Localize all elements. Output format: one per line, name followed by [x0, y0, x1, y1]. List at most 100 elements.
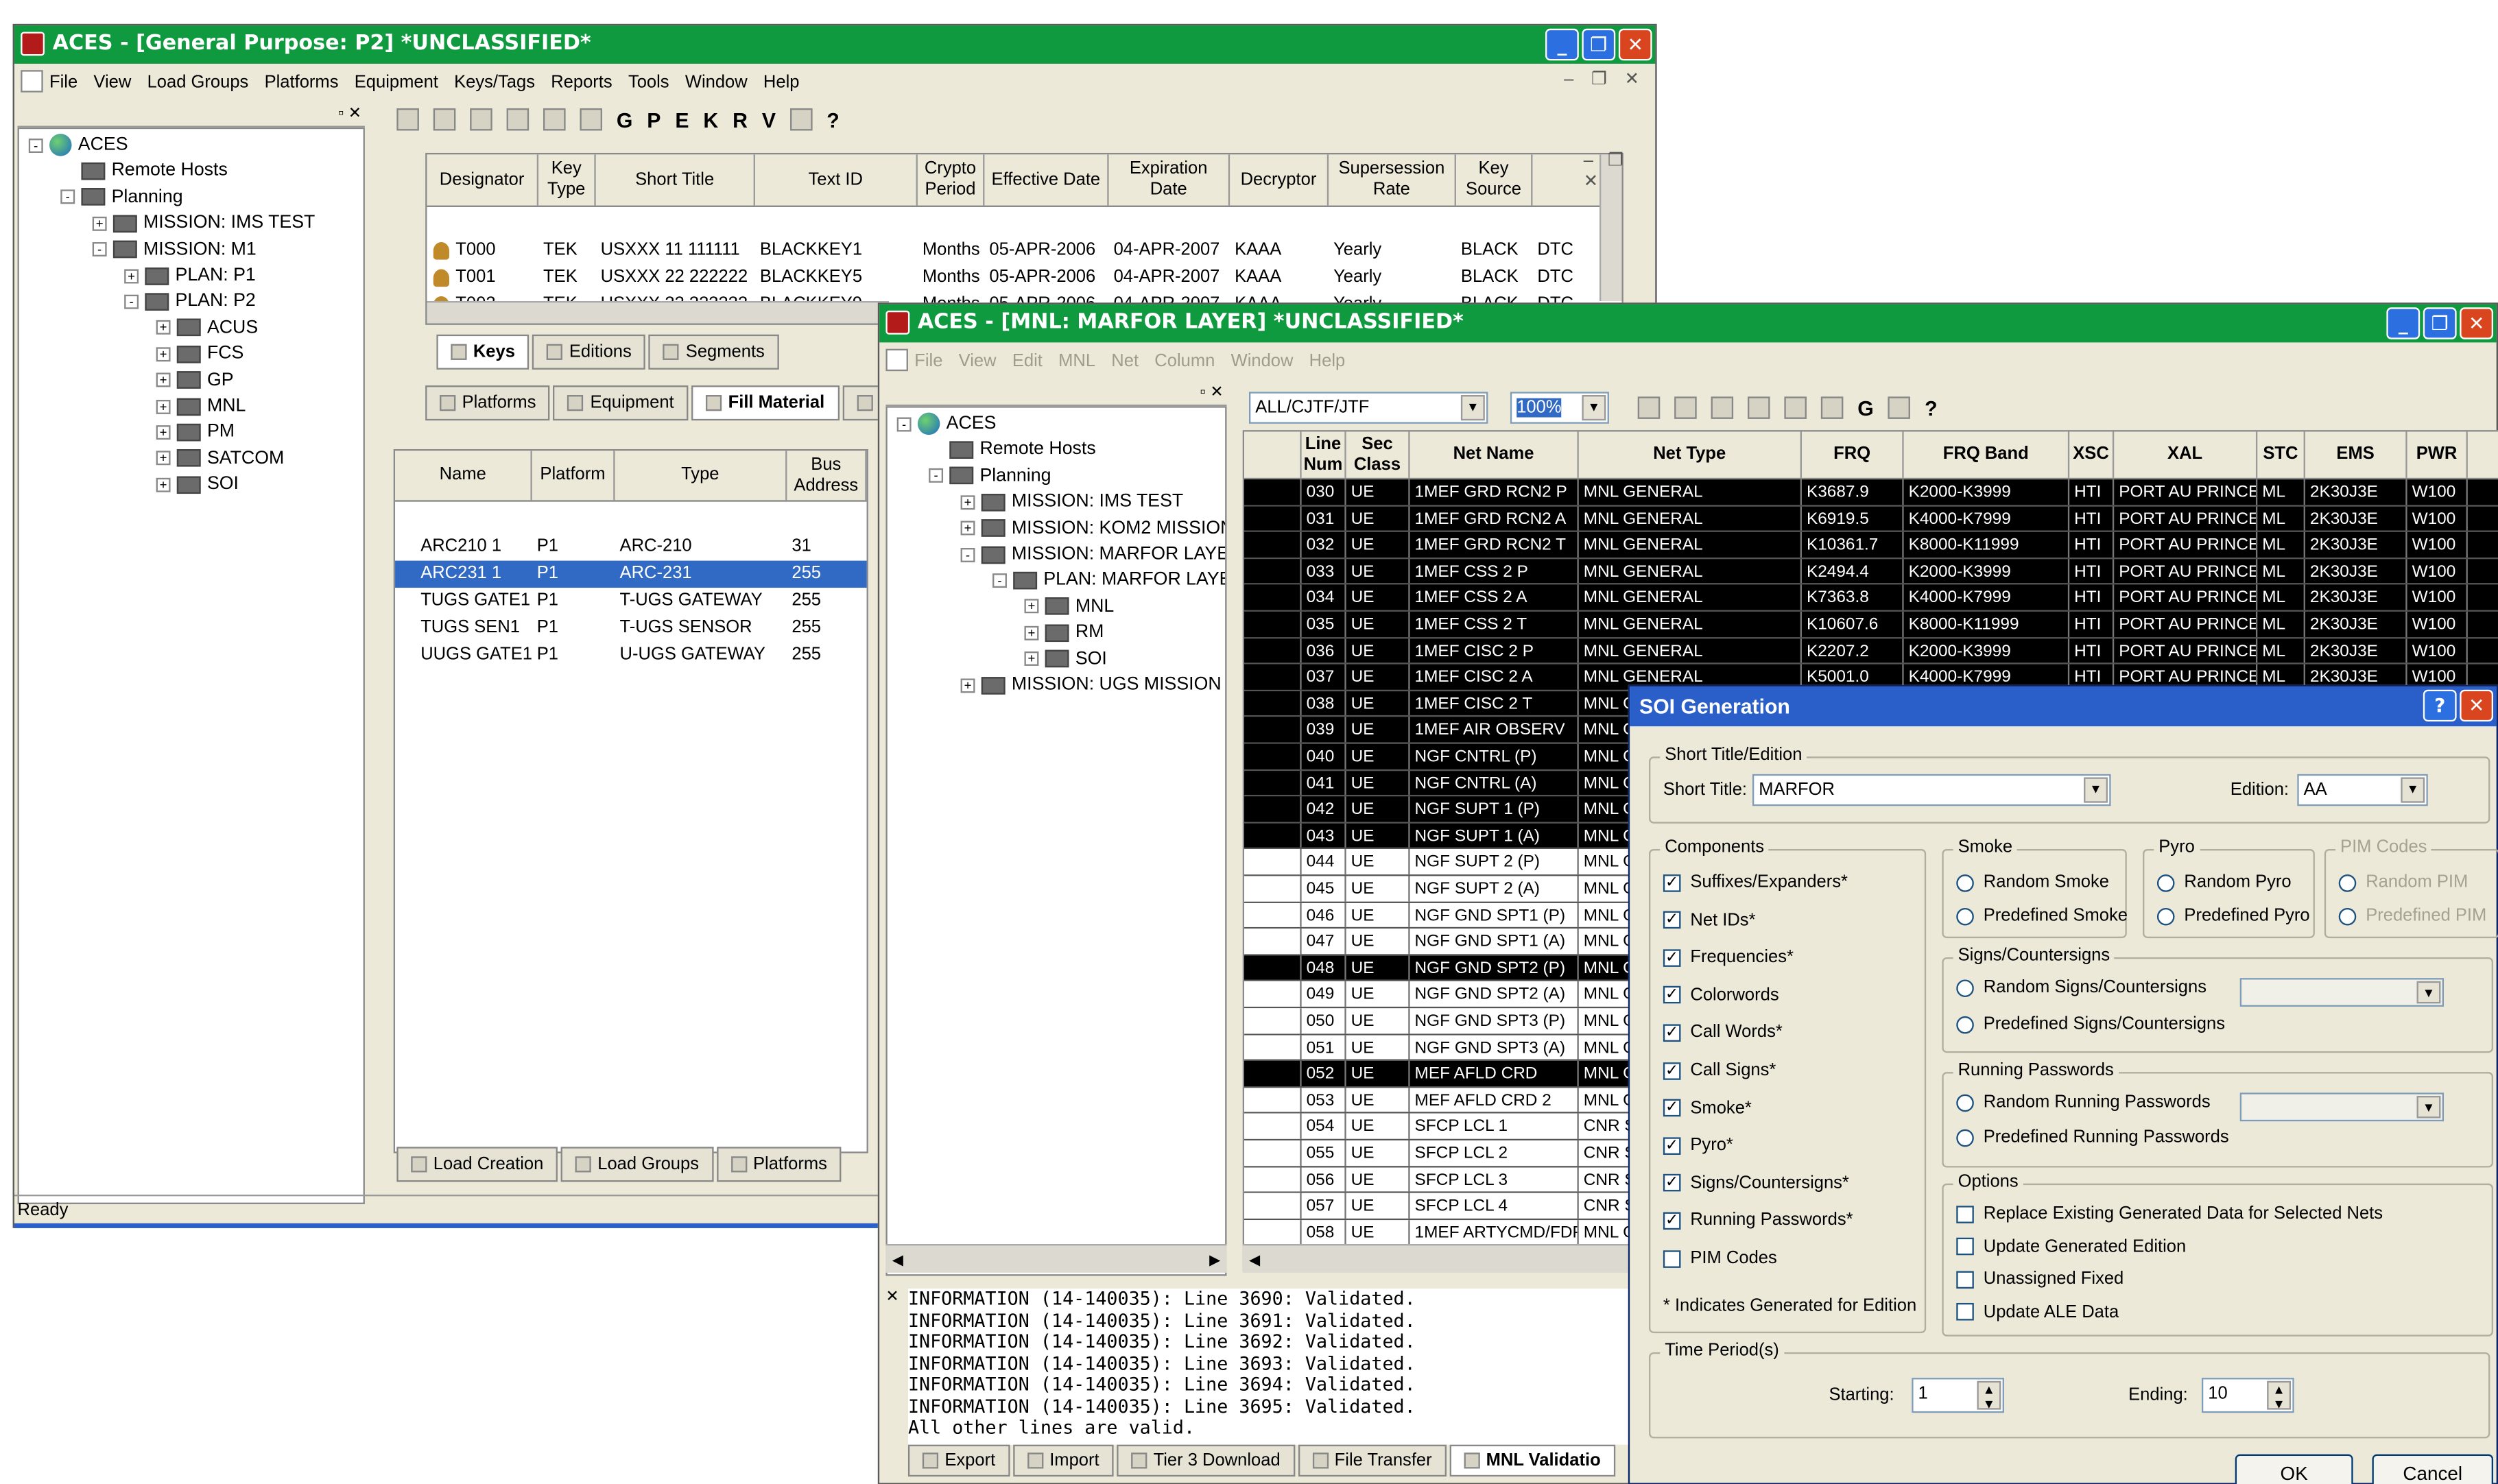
log-pane-controls[interactable]: ✕ — [885, 1289, 899, 1306]
menu-item-view[interactable]: View — [93, 73, 131, 92]
tab-platforms[interactable]: Platforms — [425, 385, 551, 421]
option-checkbox[interactable]: Replace Existing Generated Data for Sele… — [1956, 1204, 2383, 1223]
pane-close-icon[interactable]: ▫ ✕ — [1200, 384, 1224, 402]
toolbar-g-button[interactable]: G — [617, 108, 633, 132]
table-row[interactable]: 036 UE 1MEF CISC 2 P MNL GENERAL K2207.2 K200… — [1244, 638, 2498, 665]
checkbox-icon[interactable]: ✓ — [1663, 911, 1681, 929]
row-selector[interactable] — [1244, 1166, 1302, 1192]
tree-node[interactable]: - Planning — [929, 463, 1051, 488]
component-checkbox[interactable]: ✓ Pyro* — [1663, 1136, 1733, 1155]
component-checkbox[interactable]: ✓ Frequencies* — [1663, 948, 1794, 967]
tree-node[interactable]: + ACUS — [156, 315, 258, 340]
expand-icon[interactable]: + — [156, 372, 171, 387]
column-header[interactable]: XAL — [2114, 431, 2258, 478]
radio-option[interactable]: Random Smoke — [1956, 873, 2109, 892]
restore-button[interactable]: ❐ — [1582, 28, 1616, 61]
pointer-icon[interactable] — [433, 108, 456, 131]
close-button[interactable]: ✕ — [2460, 689, 2494, 722]
spin-icon[interactable]: ▲ ▼ — [2267, 1380, 2292, 1411]
menu-item-file[interactable]: File — [914, 351, 942, 370]
expand-icon[interactable]: + — [156, 477, 171, 492]
row-selector[interactable] — [1244, 638, 1302, 663]
component-checkbox[interactable]: PIM Codes — [1663, 1249, 1777, 1268]
tree-node[interactable]: - Planning — [60, 184, 183, 210]
column-header[interactable]: Expiration Date — [1109, 154, 1230, 206]
toolbar-v-button[interactable]: V — [762, 108, 776, 132]
column-header[interactable]: Effective Date — [984, 154, 1109, 206]
row-selector[interactable] — [1244, 1114, 1302, 1139]
expand-icon[interactable]: + — [124, 268, 139, 283]
column-header[interactable]: Line Num — [1302, 431, 1346, 478]
radio-icon[interactable] — [2156, 874, 2175, 891]
tree-node[interactable]: + PM — [156, 420, 235, 445]
tab-mnl-validatio[interactable]: MNL Validatio — [1449, 1444, 1615, 1477]
menu-item-window[interactable]: Window — [685, 73, 748, 92]
mnl-navigation-tree[interactable]: - ACES Remote Hosts - Planning + MISSION: IMS … — [885, 406, 1227, 1276]
radio-option[interactable]: Random PIM — [2338, 873, 2468, 892]
expand-icon[interactable]: - — [929, 468, 944, 483]
row-selector[interactable] — [1244, 532, 1302, 558]
row-selector[interactable] — [1244, 796, 1302, 822]
row-selector[interactable] — [1244, 1034, 1302, 1060]
expand-icon[interactable]: + — [156, 451, 171, 466]
tree-node[interactable]: - ACES — [28, 132, 128, 158]
expand-icon[interactable]: + — [156, 320, 171, 335]
option-checkbox[interactable]: Unassigned Fixed — [1956, 1269, 2124, 1289]
navigation-tree[interactable]: - ACES Remote Hosts - Planning + MISSION: IMS … — [17, 127, 365, 1204]
tab-editions[interactable]: Editions — [532, 334, 646, 370]
horizontal-scrollbar[interactable] — [427, 300, 890, 324]
column-header[interactable]: Type — [615, 451, 787, 501]
menu-item-load-groups[interactable]: Load Groups — [147, 73, 249, 92]
ending-stepper[interactable]: 10 ▲ ▼ — [2201, 1378, 2294, 1413]
column-header[interactable]: PWR — [2407, 431, 2468, 478]
checkbox-icon[interactable] — [1956, 1302, 1974, 1321]
row-selector[interactable] — [1244, 479, 1302, 505]
checkbox-icon[interactable]: ✓ — [1663, 1062, 1681, 1079]
toolbar-k-button[interactable]: K — [703, 108, 718, 132]
column-header[interactable]: Net Type — [1579, 431, 1802, 478]
radio-icon[interactable] — [1956, 907, 1974, 925]
generate-icon[interactable] — [1888, 396, 1911, 419]
option-checkbox[interactable]: Update ALE Data — [1956, 1302, 2119, 1321]
component-checkbox[interactable]: ✓ Colorwords — [1663, 985, 1779, 1005]
table-row[interactable]: ARC210 1 P1 ARC-210 31 — [395, 534, 867, 560]
row-selector[interactable] — [1244, 770, 1302, 795]
table-row[interactable]: ARC231 1 P1 ARC-231 255 — [395, 560, 867, 588]
radio-option[interactable]: Random Running Passwords — [1956, 1092, 2211, 1112]
column-header[interactable]: Short Title — [596, 154, 755, 206]
radio-option[interactable]: Random Signs/Countersigns — [1956, 978, 2206, 997]
filter-select[interactable]: ALL/CJTF/JTF ▼ — [1248, 392, 1488, 424]
tab-load-creation[interactable]: Load Creation — [396, 1147, 558, 1182]
tab-keys[interactable]: Keys — [436, 334, 530, 370]
zoom-select[interactable]: 100% ▼ — [1510, 392, 1609, 424]
toolbar-p-button[interactable]: P — [647, 108, 661, 132]
radio-icon[interactable] — [1956, 1128, 1974, 1147]
tree-node[interactable]: + SATCOM — [156, 446, 284, 471]
menu-item-help[interactable]: Help — [763, 73, 800, 92]
checkbox-icon[interactable] — [1956, 1205, 1974, 1223]
edition-select[interactable]: AA ▼ — [2297, 774, 2428, 806]
pane-close-icon[interactable]: ▫ ✕ — [338, 105, 361, 123]
column-header[interactable] — [1244, 431, 1302, 478]
column-header[interactable]: Decryptor — [1230, 154, 1329, 206]
radio-icon[interactable] — [2156, 907, 2175, 925]
tab-segments[interactable]: Segments — [649, 334, 779, 370]
radio-icon[interactable] — [1956, 874, 1974, 891]
tab-platforms[interactable]: Platforms — [716, 1147, 842, 1182]
checkbox-icon[interactable]: ✓ — [1663, 1024, 1681, 1042]
column-header[interactable]: Name — [395, 451, 532, 501]
menu-item-mnl[interactable]: MNL — [1058, 351, 1095, 370]
ok-button[interactable]: OK — [2235, 1454, 2353, 1484]
close-button[interactable]: ✕ — [2460, 307, 2494, 339]
tree-node[interactable]: - MISSION: M1 — [92, 237, 257, 262]
tree-node[interactable]: + MNL — [156, 394, 246, 419]
tree-node[interactable]: Remote Hosts — [929, 437, 1096, 462]
expand-icon[interactable]: - — [124, 294, 139, 309]
component-checkbox[interactable]: ✓ Smoke* — [1663, 1099, 1752, 1118]
zoom-fit-icon[interactable] — [506, 108, 530, 131]
row-selector[interactable] — [1244, 876, 1302, 901]
tree-node[interactable]: Remote Hosts — [60, 158, 228, 184]
checkbox-icon[interactable]: ✓ — [1663, 1174, 1681, 1193]
column-header[interactable]: FRQ Band — [1904, 431, 2070, 478]
help-button[interactable]: ? — [2423, 689, 2457, 722]
